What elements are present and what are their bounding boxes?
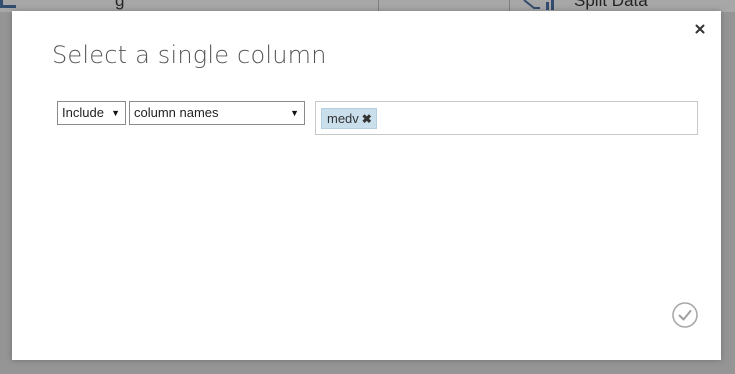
- dropdown-arrow-icon: ▼: [111, 108, 120, 118]
- column-tag-label: medv: [327, 111, 359, 126]
- dropdown-arrow-icon: ▼: [290, 108, 299, 118]
- column-selector-dialog: Select a single column Include ▼ column …: [12, 11, 721, 360]
- selection-method-dropdown[interactable]: column names ▼: [129, 101, 305, 125]
- column-tag: medv ✖: [321, 108, 377, 129]
- include-exclude-value: Include: [62, 105, 104, 120]
- column-names-input[interactable]: medv ✖: [315, 101, 698, 135]
- selection-method-value: column names: [134, 105, 219, 120]
- checkmark-icon[interactable]: [672, 302, 698, 328]
- close-icon[interactable]: [693, 22, 707, 36]
- include-exclude-dropdown[interactable]: Include ▼: [57, 101, 126, 125]
- dialog-title: Select a single column: [52, 41, 327, 69]
- remove-tag-icon[interactable]: ✖: [362, 110, 372, 129]
